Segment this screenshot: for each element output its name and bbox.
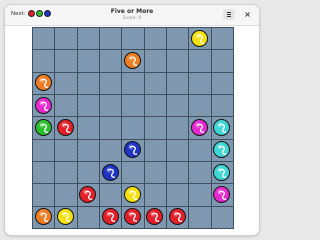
grid-line-horizontal	[32, 139, 234, 140]
grid-line-horizontal	[32, 206, 234, 207]
grid-line-horizontal	[32, 27, 234, 28]
score-label: Score: 0	[122, 16, 142, 21]
grid-line-vertical	[77, 27, 78, 229]
grid-line-vertical	[211, 27, 212, 229]
ball-magenta[interactable]	[213, 185, 231, 203]
ball-red[interactable]	[146, 208, 164, 226]
ball-yellow[interactable]	[56, 208, 74, 226]
hamburger-menu-icon[interactable]	[223, 9, 235, 20]
grid-line-vertical	[32, 27, 33, 229]
header-bar: Next: Five or More Score: 0	[5, 5, 259, 26]
game-window: Next: Five or More Score: 0	[5, 5, 259, 235]
ball-orange[interactable]	[34, 74, 52, 92]
ball-green[interactable]	[34, 118, 52, 136]
ball-yellow[interactable]	[190, 29, 208, 47]
ball-cyan[interactable]	[213, 141, 231, 159]
grid-line-vertical	[99, 27, 100, 229]
ball-red[interactable]	[56, 118, 74, 136]
hamburger-menu-icon-glyph	[227, 12, 231, 17]
grid-line-vertical	[166, 27, 167, 229]
grid-line-vertical	[188, 27, 189, 229]
grid-line-vertical	[54, 27, 55, 229]
grid-line-vertical	[121, 27, 122, 229]
ball-orange[interactable]	[34, 208, 52, 226]
window-title: Five or More	[110, 8, 154, 15]
ball-red[interactable]	[168, 208, 186, 226]
ball-magenta[interactable]	[190, 118, 208, 136]
ball-red[interactable]	[101, 208, 119, 226]
ball-orange[interactable]	[123, 51, 141, 69]
ball-blue[interactable]	[123, 141, 141, 159]
ball-yellow[interactable]	[123, 185, 141, 203]
ball-red[interactable]	[123, 208, 141, 226]
close-icon-glyph	[245, 12, 250, 17]
grid-line-vertical	[144, 27, 145, 229]
ball-cyan[interactable]	[213, 118, 231, 136]
grid-line-vertical	[233, 27, 234, 229]
grid-line-horizontal	[32, 116, 234, 117]
close-icon[interactable]	[242, 9, 253, 20]
grid-line-horizontal	[32, 72, 234, 73]
grid-line-horizontal	[32, 183, 234, 184]
grid-line-horizontal	[32, 49, 234, 50]
game-board[interactable]	[32, 27, 234, 229]
ball-cyan[interactable]	[213, 163, 231, 181]
grid-line-horizontal	[32, 161, 234, 162]
ball-magenta[interactable]	[34, 96, 52, 114]
ball-blue[interactable]	[101, 163, 119, 181]
ball-red[interactable]	[79, 185, 97, 203]
grid-line-horizontal	[32, 94, 234, 95]
grid-line-horizontal	[32, 228, 234, 229]
